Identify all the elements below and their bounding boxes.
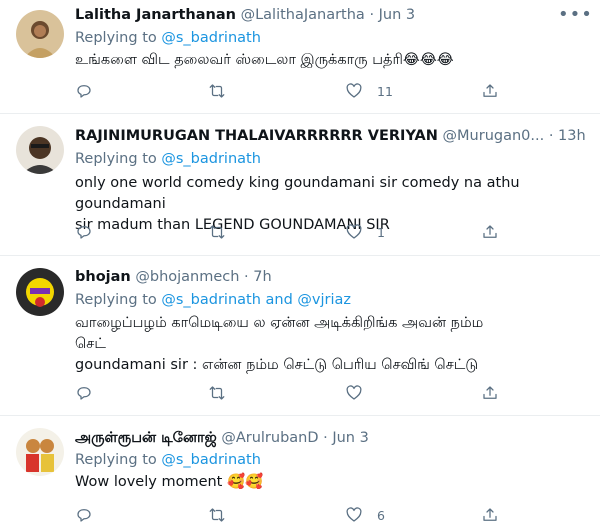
like-count: 1 — [377, 224, 385, 240]
replying-to: Replying to @s_badrinath — [75, 450, 261, 470]
tweet-text-line: செட் — [75, 336, 106, 352]
display-name[interactable]: RAJINIMURUGAN THALAIVARRRRRR VERIYAN — [75, 128, 438, 144]
reply-mention-link[interactable]: @s_badrinath — [161, 151, 261, 167]
separator: · — [548, 128, 554, 144]
replying-prefix: Replying to — [75, 292, 157, 308]
reply-icon — [77, 509, 91, 522]
reply-icon — [77, 387, 91, 400]
reply-button[interactable] — [75, 221, 93, 243]
retweet-icon — [209, 508, 225, 522]
display-name[interactable]: Lalitha Janarthanan — [75, 7, 236, 23]
tweet-text-line: goundamani sir : என்ன நம்ம செட்டு பெரிய … — [75, 357, 479, 373]
more-icon[interactable]: ••• — [558, 6, 592, 30]
tweet-3[interactable]: bhojan @bhojanmech · 7h Replying to @s_b… — [0, 256, 600, 416]
separator: · — [244, 269, 249, 285]
reply-button[interactable] — [75, 504, 93, 526]
retweet-button[interactable] — [208, 80, 226, 102]
avatar[interactable] — [16, 428, 64, 476]
tweet-text: Wow lovely moment 🥰🥰 — [75, 472, 580, 493]
reply-and: and — [265, 292, 293, 308]
user-handle[interactable]: @ArulrubanD — [221, 430, 318, 446]
tweet-actions: 11 — [75, 80, 505, 102]
share-icon — [483, 225, 497, 238]
share-icon — [483, 84, 497, 97]
like-button[interactable]: 6 — [345, 504, 385, 526]
like-button[interactable]: 11 — [345, 80, 393, 102]
reply-icon — [77, 226, 91, 239]
replying-to: Replying to @s_badrinath — [75, 149, 261, 169]
like-button[interactable]: 1 — [345, 221, 385, 243]
tweet-text-line: only one world comedy king goundamani si… — [75, 175, 520, 212]
tweet-2[interactable]: RAJINIMURUGAN THALAIVARRRRRR VERIYAN @Mu… — [0, 114, 600, 256]
user-handle[interactable]: @LalithaJanartha — [241, 7, 365, 23]
reply-mention-link[interactable]: @s_badrinath — [161, 30, 261, 46]
tweet-actions: 1 — [75, 221, 505, 243]
separator: · — [369, 7, 375, 23]
like-count: 11 — [377, 83, 393, 99]
like-icon — [346, 385, 362, 400]
avatar[interactable] — [16, 268, 64, 316]
replying-prefix: Replying to — [75, 30, 157, 46]
user-handle[interactable]: @Murugan0... — [443, 128, 545, 144]
reply-mention-link[interactable]: @s_badrinath — [161, 452, 261, 468]
reply-mention-link-2[interactable]: @vjriaz — [297, 292, 351, 308]
timestamp[interactable]: 7h — [253, 269, 271, 285]
reply-button[interactable] — [75, 80, 93, 102]
tweet-text: உங்களை விட தலைவர் ஸ்டைலா இருக்காரு பத்ரி… — [75, 50, 580, 71]
tweet-actions — [75, 382, 505, 404]
tweet-text: வாழைப்பழம் காமெடியை ல ஏன்ன அடிக்கிறிங்க … — [75, 313, 580, 376]
replying-prefix: Replying to — [75, 452, 157, 468]
retweet-button[interactable] — [208, 504, 226, 526]
display-name[interactable]: அருள்ரூபன் டினோஜ் — [75, 430, 217, 446]
timestamp[interactable]: 13h — [558, 128, 586, 144]
tweet-text-line: Wow lovely moment 🥰🥰 — [75, 474, 264, 490]
tweet-4[interactable]: அருள்ரூபன் டினோஜ் @ArulrubanD · Jun 3 Re… — [0, 416, 600, 532]
retweet-button[interactable] — [208, 382, 226, 404]
retweet-icon — [209, 225, 225, 239]
tweet-header: Lalitha Janarthanan @LalithaJanartha · J… — [75, 5, 415, 25]
tweet-actions: 6 — [75, 504, 505, 526]
retweet-button[interactable] — [208, 221, 226, 243]
avatar[interactable] — [16, 126, 64, 174]
like-button[interactable] — [345, 382, 363, 404]
tweet-1[interactable]: Lalitha Janarthanan @LalithaJanartha · J… — [0, 0, 600, 114]
tweet-text-line: உங்களை விட தலைவர் ஸ்டைலா இருக்காரு பத்ரி… — [75, 52, 454, 68]
avatar[interactable] — [16, 10, 64, 58]
like-icon — [346, 224, 362, 239]
like-icon — [346, 507, 362, 522]
reply-icon — [77, 85, 91, 98]
like-count: 6 — [377, 507, 385, 523]
timestamp[interactable]: Jun 3 — [332, 430, 369, 446]
tweet-header: RAJINIMURUGAN THALAIVARRRRRR VERIYAN @Mu… — [75, 126, 586, 146]
tweet-header: அருள்ரூபன் டினோஜ் @ArulrubanD · Jun 3 — [75, 428, 369, 448]
share-button[interactable] — [481, 382, 499, 404]
share-button[interactable] — [481, 221, 499, 243]
user-handle[interactable]: @bhojanmech — [135, 269, 239, 285]
share-icon — [483, 386, 497, 399]
separator: · — [323, 430, 328, 446]
like-icon — [346, 83, 362, 98]
tweet-text-line: வாழைப்பழம் காமெடியை ல ஏன்ன அடிக்கிறிங்க … — [75, 315, 484, 331]
reply-mention-link[interactable]: @s_badrinath — [161, 292, 261, 308]
tweet-header: bhojan @bhojanmech · 7h — [75, 267, 272, 287]
share-button[interactable] — [481, 80, 499, 102]
replying-prefix: Replying to — [75, 151, 157, 167]
replying-to: Replying to @s_badrinath — [75, 28, 261, 48]
replying-to: Replying to @s_badrinath and @vjriaz — [75, 290, 351, 310]
reply-button[interactable] — [75, 382, 93, 404]
share-button[interactable] — [481, 504, 499, 526]
share-icon — [483, 508, 497, 521]
display-name[interactable]: bhojan — [75, 269, 131, 285]
retweet-icon — [209, 84, 225, 98]
retweet-icon — [209, 386, 225, 400]
timestamp[interactable]: Jun 3 — [379, 7, 416, 23]
